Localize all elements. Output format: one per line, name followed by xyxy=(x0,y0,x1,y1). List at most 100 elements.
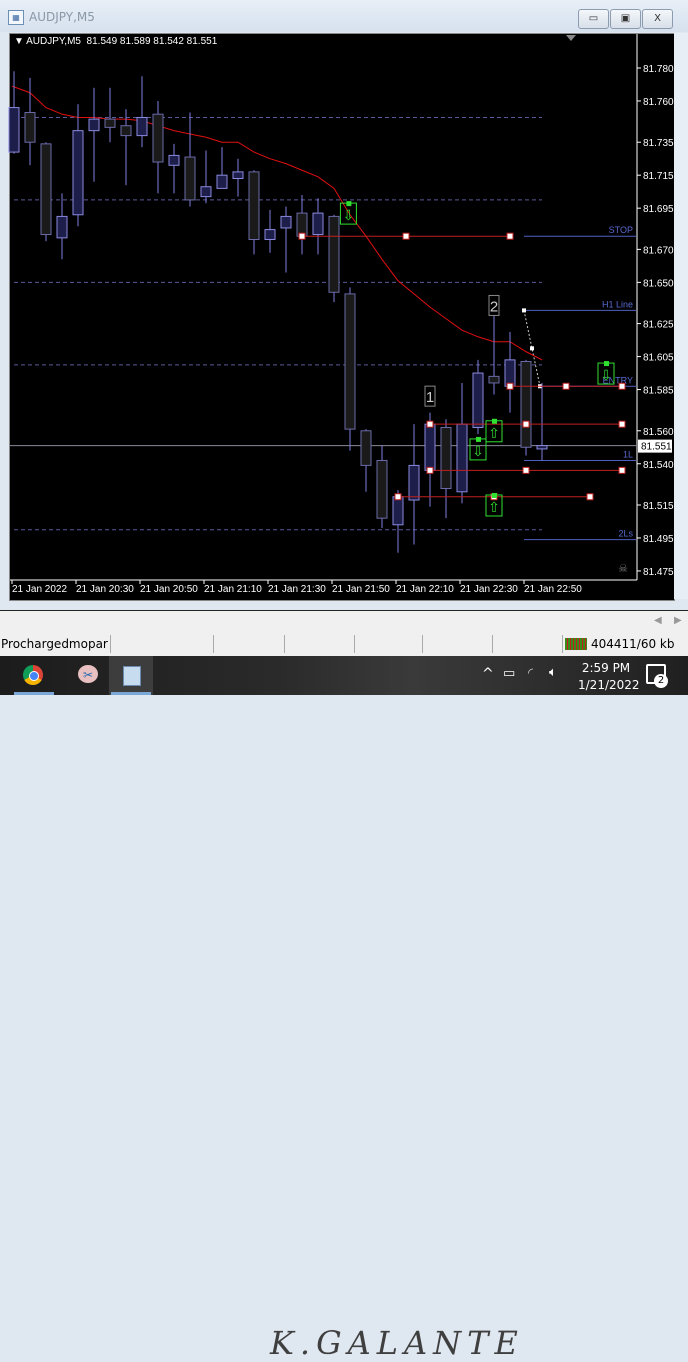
snipping-tool-taskbar-icon[interactable]: ✂ xyxy=(66,656,110,695)
horizontal-scrollbar[interactable]: ◀ ▶ xyxy=(0,610,688,633)
trade-line-handle xyxy=(522,466,530,474)
signal-anchor xyxy=(476,436,481,442)
chart-header: ▼ AUDJPY,M5 81.549 81.589 81.542 81.551 xyxy=(14,36,217,47)
bear-candle xyxy=(120,125,132,137)
number-label: 2 xyxy=(490,298,498,315)
show-hidden-icons-icon[interactable]: ^ xyxy=(482,666,494,682)
price-axis-label: 81.715 xyxy=(643,171,674,182)
signal-anchor xyxy=(492,418,497,424)
price-axis-label: 81.760 xyxy=(643,97,674,108)
scroll-right-icon[interactable]: ▶ xyxy=(674,615,682,626)
price-axis-label: 81.605 xyxy=(643,353,674,364)
bull-candle xyxy=(216,174,228,189)
chart-shift-marker-icon xyxy=(566,35,576,41)
status-bar: Prochargedmopar 404411/60 kb xyxy=(0,632,688,656)
trendline-point xyxy=(530,346,534,351)
current-price-label: 81.551 xyxy=(641,442,672,453)
skull-icon: ☠ xyxy=(618,562,628,575)
account-name: Prochargedmopar xyxy=(1,637,108,651)
time-axis-label: 21 Jan 20:50 xyxy=(140,584,198,595)
time-axis-label: 21 Jan 22:10 xyxy=(396,584,454,595)
bear-candle xyxy=(248,171,260,240)
trade-line-handle xyxy=(426,466,434,474)
signal-anchor xyxy=(346,201,352,207)
price-axis-label: 81.625 xyxy=(643,320,674,331)
bull-candle xyxy=(8,107,20,153)
number-label: 1 xyxy=(426,389,434,406)
signal-anchor xyxy=(604,361,609,367)
traffic-counter: 404411/60 kb xyxy=(591,637,675,651)
bull-candle xyxy=(408,464,420,501)
time-axis-label: 21 Jan 21:30 xyxy=(268,584,326,595)
chrome-taskbar-icon[interactable] xyxy=(12,656,56,695)
time-axis-label: 21 Jan 21:50 xyxy=(332,584,390,595)
bear-candle xyxy=(488,375,500,384)
trade-line-handle xyxy=(394,493,402,501)
bull-candle xyxy=(200,186,212,198)
signal-anchor xyxy=(492,492,497,498)
high-value: 81.589 xyxy=(119,36,151,47)
bull-candle xyxy=(456,423,468,493)
level-label-two_ls: 2Ls xyxy=(618,529,633,539)
bear-candle xyxy=(40,143,52,236)
clock[interactable]: 2:59 PM 1/21/2022 xyxy=(578,660,640,694)
wifi-icon[interactable]: ◜ xyxy=(528,666,533,681)
bear-candle xyxy=(376,459,388,519)
symbol-label: AUDJPY,M5 xyxy=(26,36,81,47)
time-axis-label: 21 Jan 22:30 xyxy=(460,584,518,595)
arrow-down-icon: ⇩ xyxy=(343,208,355,224)
bear-candle xyxy=(360,430,372,466)
trade-line-handle xyxy=(298,232,306,240)
price-axis-label: 81.515 xyxy=(643,501,674,512)
trade-line-handle xyxy=(506,232,514,240)
bear-candle xyxy=(344,293,356,430)
trade-line-handle xyxy=(506,382,514,390)
price-axis-label: 81.495 xyxy=(643,534,674,545)
bear-candle xyxy=(104,118,116,128)
bull-candle xyxy=(56,215,68,239)
trade-line-handle xyxy=(562,382,570,390)
trade-line-handle xyxy=(402,232,410,240)
trade-line-handle xyxy=(522,420,530,428)
bull-candle xyxy=(424,423,436,471)
low-value: 81.542 xyxy=(153,36,184,47)
price-axis-label: 81.695 xyxy=(643,204,674,215)
bull-candle xyxy=(136,116,148,137)
price-axis-label: 81.475 xyxy=(643,567,674,578)
time-axis-label: 21 Jan 2022 xyxy=(12,584,67,595)
metatrader-taskbar-icon[interactable] xyxy=(109,656,153,695)
price-axis-label: 81.650 xyxy=(643,278,674,289)
bull-candle xyxy=(264,229,276,240)
trendline-point xyxy=(522,308,526,313)
bull-candle xyxy=(312,212,324,236)
price-axis-label: 81.670 xyxy=(643,245,674,256)
price-axis-label: 81.585 xyxy=(643,386,674,397)
arrow-down-icon: ⇩ xyxy=(600,368,612,384)
time-axis-label: 21 Jan 20:30 xyxy=(76,584,134,595)
trade-line-handle xyxy=(618,420,626,428)
price-axis-label: 81.540 xyxy=(643,460,674,471)
arrow-down-icon: ⇩ xyxy=(472,444,484,460)
price-axis-label: 81.560 xyxy=(643,427,674,438)
bull-candle xyxy=(504,359,516,387)
arrow-up-icon: ⇧ xyxy=(488,500,500,516)
candlestick-chart[interactable]: STOPH1 LineENTRY1L2Ls⇩⇧⇩⇧⇩12☠81.78081.76… xyxy=(0,0,688,610)
connection-status-icon[interactable] xyxy=(565,638,587,650)
battery-icon[interactable]: ▭ xyxy=(503,666,515,681)
clock-time: 2:59 PM xyxy=(581,661,631,675)
bull-candle xyxy=(232,171,244,179)
bull-candle xyxy=(280,215,292,229)
bull-candle xyxy=(472,372,484,428)
bear-candle xyxy=(440,426,452,489)
dropdown-triangle-icon[interactable]: ▼ xyxy=(14,36,24,47)
time-axis-label: 21 Jan 21:10 xyxy=(204,584,262,595)
trade-line-handle xyxy=(586,493,594,501)
volume-icon[interactable]: 🔈︎ xyxy=(549,665,557,680)
bull-candle xyxy=(72,130,84,216)
watermark: K.GALANTE xyxy=(270,1324,524,1362)
bear-candle xyxy=(520,361,532,448)
scroll-left-icon[interactable]: ◀ xyxy=(654,615,662,626)
arrow-up-icon: ⇧ xyxy=(488,426,500,442)
clock-date: 1/21/2022 xyxy=(578,678,640,692)
bear-candle xyxy=(152,113,164,163)
